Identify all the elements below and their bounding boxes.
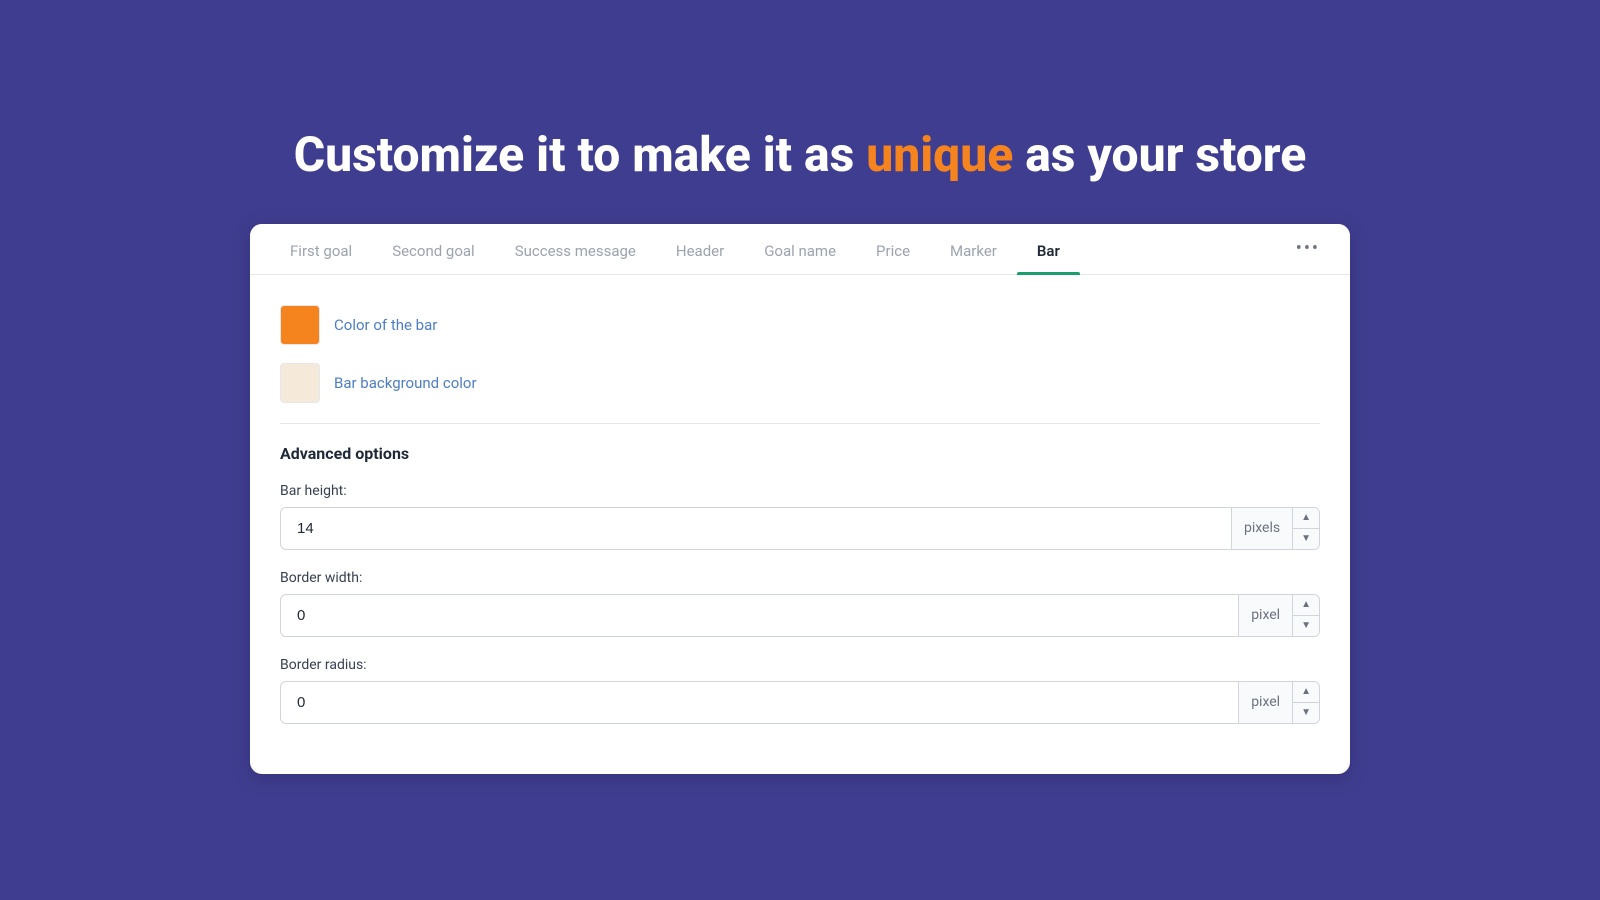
border-width-label: Border width:	[280, 570, 1320, 586]
tab-first-goal[interactable]: First goal	[270, 224, 372, 274]
bar-height-label: Bar height:	[280, 483, 1320, 499]
bar-height-unit: pixels	[1231, 508, 1292, 549]
headline-prefix: Customize it to make it as	[294, 126, 867, 183]
headline-highlight: unique	[866, 126, 1013, 183]
headline-suffix: as your store	[1013, 126, 1306, 183]
bar-bg-color-label[interactable]: Bar background color	[334, 374, 477, 392]
tab-success-message[interactable]: Success message	[495, 224, 656, 274]
bar-height-field: Bar height: pixels ▲ ▼	[280, 483, 1320, 550]
border-radius-field: Border radius: pixel ▲ ▼	[280, 657, 1320, 724]
bar-height-decrement[interactable]: ▼	[1293, 529, 1319, 549]
bar-color-row: Color of the bar	[280, 305, 1320, 345]
border-width-field: Border width: pixel ▲ ▼	[280, 570, 1320, 637]
border-width-input-row: pixel ▲ ▼	[280, 594, 1320, 637]
bar-height-input-row: pixels ▲ ▼	[280, 507, 1320, 550]
bar-bg-color-swatch[interactable]	[280, 363, 320, 403]
border-width-stepper: ▲ ▼	[1292, 595, 1319, 636]
bar-height-stepper: ▲ ▼	[1292, 508, 1319, 549]
tab-marker[interactable]: Marker	[930, 224, 1017, 274]
tab-goal-name[interactable]: Goal name	[744, 224, 856, 274]
border-width-increment[interactable]: ▲	[1293, 595, 1319, 616]
tab-bar: First goal Second goal Success message H…	[250, 224, 1350, 275]
border-radius-input[interactable]	[281, 682, 1238, 723]
border-radius-input-row: pixel ▲ ▼	[280, 681, 1320, 724]
tab-header[interactable]: Header	[656, 224, 744, 274]
border-radius-decrement[interactable]: ▼	[1293, 703, 1319, 723]
card-body: Color of the bar Bar background color Ad…	[250, 275, 1350, 774]
border-radius-increment[interactable]: ▲	[1293, 682, 1319, 703]
section-divider	[280, 423, 1320, 424]
settings-card: First goal Second goal Success message H…	[250, 224, 1350, 774]
border-width-decrement[interactable]: ▼	[1293, 616, 1319, 636]
border-width-unit: pixel	[1238, 595, 1292, 636]
tab-bar[interactable]: Bar	[1017, 224, 1080, 274]
tab-price[interactable]: Price	[856, 224, 930, 274]
bar-height-increment[interactable]: ▲	[1293, 508, 1319, 529]
border-radius-unit: pixel	[1238, 682, 1292, 723]
tab-more-button[interactable]: •••	[1286, 228, 1330, 269]
tab-second-goal[interactable]: Second goal	[372, 224, 495, 274]
main-headline: Customize it to make it as unique as you…	[294, 126, 1307, 184]
page-wrapper: Customize it to make it as unique as you…	[0, 86, 1600, 814]
advanced-options-title: Advanced options	[280, 444, 1320, 463]
bar-bg-color-row: Bar background color	[280, 363, 1320, 403]
border-width-input[interactable]	[281, 595, 1238, 636]
border-radius-label: Border radius:	[280, 657, 1320, 673]
bar-color-swatch[interactable]	[280, 305, 320, 345]
bar-color-label[interactable]: Color of the bar	[334, 316, 437, 334]
border-radius-stepper: ▲ ▼	[1292, 682, 1319, 723]
bar-height-input[interactable]	[281, 508, 1231, 549]
